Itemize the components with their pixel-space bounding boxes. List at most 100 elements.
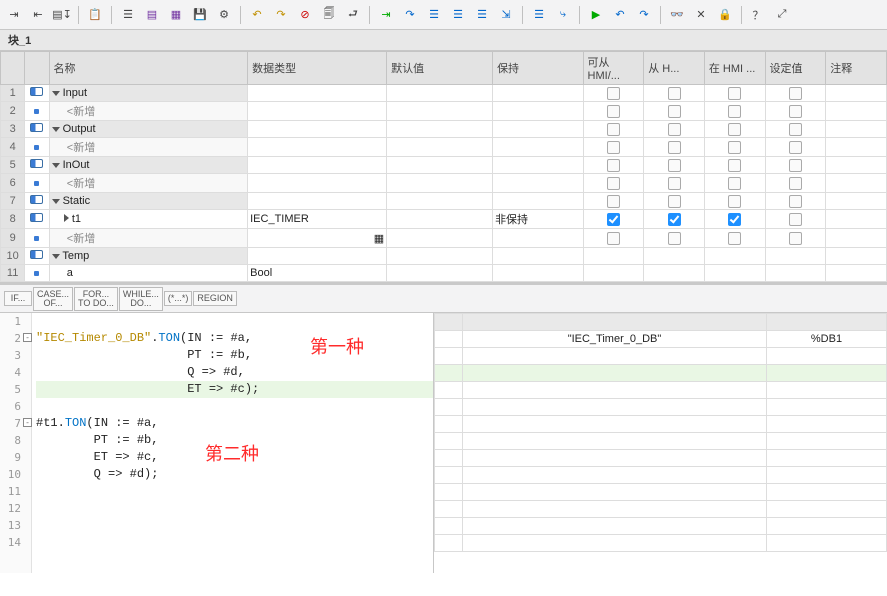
tb-btn[interactable]: ⤷ (553, 5, 573, 25)
table-row[interactable]: 3 Output (1, 121, 887, 138)
checkbox[interactable] (728, 195, 741, 208)
checkbox[interactable] (789, 105, 802, 118)
checkbox[interactable] (728, 159, 741, 172)
checkbox[interactable] (789, 213, 802, 226)
table-row[interactable]: 1 Input (1, 85, 887, 102)
checkbox[interactable] (607, 105, 620, 118)
snippet-button[interactable]: (*...*) (164, 291, 193, 306)
col-header[interactable]: 名称 (49, 52, 248, 85)
table-row[interactable]: 11 aBool (1, 265, 887, 282)
snippet-button[interactable]: FOR...TO DO... (74, 287, 118, 311)
tb-btn[interactable]: ⊘ (295, 5, 315, 25)
tb-btn[interactable]: ✕ (691, 5, 711, 25)
table-row[interactable]: 5 InOut (1, 157, 887, 174)
expand-icon[interactable] (52, 199, 60, 204)
checkbox[interactable] (607, 141, 620, 154)
checkbox[interactable] (789, 159, 802, 172)
checkbox[interactable] (607, 159, 620, 172)
redo-btn[interactable]: ↷ (271, 5, 291, 25)
checkbox[interactable] (728, 105, 741, 118)
expand-icon[interactable] (52, 163, 60, 168)
tb-btn[interactable]: ☰ (424, 5, 444, 25)
fold-icon[interactable]: - (23, 333, 32, 342)
table-row[interactable]: 2 <新增 (1, 102, 887, 121)
table-row[interactable]: 8 t1IEC_TIMER非保持 (1, 210, 887, 229)
checkbox[interactable] (789, 141, 802, 154)
checkbox[interactable] (789, 195, 802, 208)
tb-btn[interactable]: ⇥ (376, 5, 396, 25)
checkbox[interactable] (607, 123, 620, 136)
checkbox[interactable] (728, 232, 741, 245)
tb-btn[interactable]: ☰ (472, 5, 492, 25)
checkbox[interactable] (728, 123, 741, 136)
undo-btn[interactable]: ↶ (247, 5, 267, 25)
checkbox[interactable] (668, 159, 681, 172)
col-header[interactable]: 保持 (493, 52, 583, 85)
tb-btn[interactable]: ↷ (634, 5, 654, 25)
tb-btn[interactable]: ▤↧ (52, 5, 72, 25)
col-header[interactable]: 注释 (826, 52, 887, 85)
checkbox[interactable] (789, 87, 802, 100)
col-header[interactable]: 数据类型 (248, 52, 387, 85)
snippet-button[interactable]: REGION (193, 291, 237, 306)
checkbox[interactable] (728, 87, 741, 100)
expand-icon[interactable] (52, 254, 60, 259)
tb-btn[interactable]: 💾 (190, 5, 210, 25)
col-header[interactable]: 默认值 (387, 52, 493, 85)
table-row[interactable]: 10 Temp (1, 248, 887, 265)
checkbox[interactable] (607, 213, 620, 226)
checkbox[interactable] (668, 123, 681, 136)
tb-btn[interactable]: 🔒 (715, 5, 735, 25)
checkbox[interactable] (668, 105, 681, 118)
checkbox[interactable] (728, 141, 741, 154)
checkbox[interactable] (668, 141, 681, 154)
snippet-button[interactable]: IF... (4, 291, 32, 306)
col-header[interactable]: 设定值 (765, 52, 826, 85)
code-editor[interactable]: 12-34567-891011121314 "IEC_Timer_0_DB".T… (0, 313, 434, 573)
tb-btn[interactable]: ▶ (586, 5, 606, 25)
tb-btn[interactable]: ☰ (529, 5, 549, 25)
checkbox[interactable] (607, 195, 620, 208)
checkbox[interactable] (728, 177, 741, 190)
tb-btn[interactable]: ？ (748, 5, 768, 25)
tb-btn[interactable]: ▤ (142, 5, 162, 25)
col-header[interactable]: 可从 HMI/... (583, 52, 644, 85)
checkbox[interactable] (668, 87, 681, 100)
snippet-button[interactable]: WHILE...DO... (119, 287, 163, 311)
tb-btn[interactable]: ☰ (118, 5, 138, 25)
tb-btn[interactable]: ⇲ (496, 5, 516, 25)
checkbox[interactable] (607, 232, 620, 245)
checkbox[interactable] (789, 232, 802, 245)
tb-btn[interactable]: ⤢ (772, 5, 792, 25)
table-row[interactable]: 4 <新增 (1, 138, 887, 157)
tb-btn[interactable]: ⇥ (4, 5, 24, 25)
tb-btn[interactable]: ⮐ (343, 5, 363, 25)
checkbox[interactable] (668, 177, 681, 190)
expand-icon[interactable] (52, 91, 60, 96)
checkbox[interactable] (668, 195, 681, 208)
ref-addr[interactable]: %DB1 (767, 331, 887, 348)
checkbox[interactable] (668, 213, 681, 226)
ref-name[interactable]: "IEC_Timer_0_DB" (463, 331, 767, 348)
tb-btn[interactable]: ↶ (610, 5, 630, 25)
tb-btn[interactable]: ▦ (166, 5, 186, 25)
checkbox[interactable] (607, 87, 620, 100)
tb-btn[interactable]: ⇤ (28, 5, 48, 25)
tb-btn[interactable]: 🗐 (319, 5, 339, 25)
table-row[interactable]: 6 <新增 (1, 174, 887, 193)
checkbox[interactable] (607, 177, 620, 190)
expand-icon[interactable] (52, 127, 60, 132)
col-header[interactable]: 从 H... (644, 52, 705, 85)
tb-btn[interactable]: ↷ (400, 5, 420, 25)
table-row[interactable]: 9 <新增 ▦ (1, 229, 887, 248)
fold-icon[interactable]: - (23, 418, 32, 427)
expand-icon[interactable] (64, 214, 69, 222)
tb-btn[interactable]: ⚙ (214, 5, 234, 25)
checkbox[interactable] (668, 232, 681, 245)
col-header[interactable]: 在 HMI ... (704, 52, 765, 85)
checkbox[interactable] (789, 177, 802, 190)
table-row[interactable]: 7 Static (1, 193, 887, 210)
checkbox[interactable] (728, 213, 741, 226)
tb-btn[interactable]: ☰ (448, 5, 468, 25)
checkbox[interactable] (789, 123, 802, 136)
